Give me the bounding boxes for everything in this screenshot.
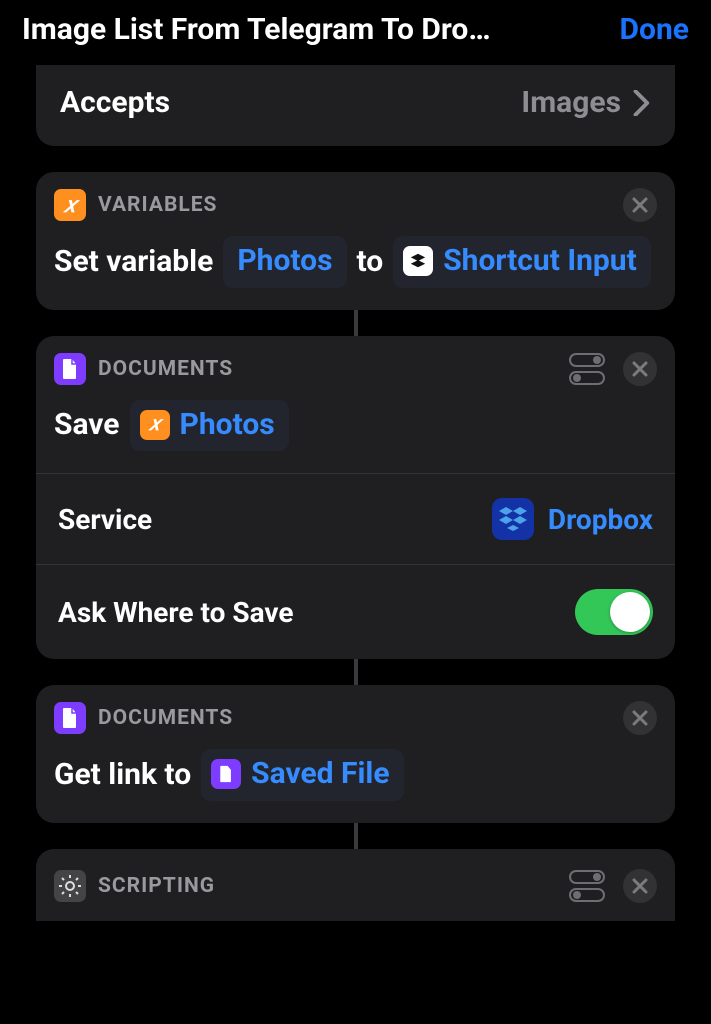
service-row[interactable]: Service Dropbox: [36, 473, 675, 564]
collapse-options-button[interactable]: [569, 870, 609, 902]
category-label: DOCUMENTS: [98, 706, 233, 730]
save-file-action-card: DOCUMENTS Save 𝑥 Photos: [36, 336, 675, 660]
delete-action-button[interactable]: [623, 701, 657, 735]
category-label: SCRIPTING: [98, 874, 215, 898]
done-button[interactable]: Done: [620, 12, 689, 47]
delete-action-button[interactable]: [623, 188, 657, 222]
collapse-options-button[interactable]: [569, 353, 609, 385]
save-text: Save: [54, 402, 120, 449]
layers-icon: [403, 246, 433, 276]
variable-x-icon: 𝑥: [140, 410, 170, 440]
close-icon: [632, 710, 648, 726]
variables-icon: 𝑥: [54, 189, 86, 221]
connector-line: [354, 310, 358, 336]
service-value: Dropbox: [548, 503, 653, 536]
action-list: Accepts Images 𝑥 VARIABLES: [0, 65, 711, 921]
category-label: VARIABLES: [98, 193, 217, 217]
delete-action-button[interactable]: [623, 869, 657, 903]
documents-icon: [54, 702, 86, 734]
accepts-value: Images: [521, 85, 621, 120]
accepts-card: Accepts Images: [36, 65, 675, 146]
file-icon: [211, 759, 241, 789]
accepts-row[interactable]: Accepts Images: [36, 65, 675, 146]
variables-action-card: 𝑥 VARIABLES Set variable Photos to: [36, 172, 675, 310]
delete-action-button[interactable]: [623, 352, 657, 386]
category-label: DOCUMENTS: [98, 357, 233, 381]
to-text: to: [357, 239, 384, 286]
saved-file-token[interactable]: Saved File: [201, 749, 403, 801]
close-icon: [632, 197, 648, 213]
connector-line: [354, 659, 358, 685]
service-label: Service: [58, 503, 152, 536]
chevron-right-icon: [633, 90, 651, 116]
ask-where-toggle[interactable]: [575, 589, 653, 635]
editor-header: Image List From Telegram To Dro… Done: [0, 0, 711, 65]
variable-name-token[interactable]: Photos: [223, 236, 346, 288]
photos-variable-token[interactable]: 𝑥 Photos: [130, 400, 289, 452]
get-link-action-card: DOCUMENTS Get link to Saved File: [36, 685, 675, 823]
scripting-icon: [54, 870, 86, 902]
documents-icon: [54, 353, 86, 385]
close-icon: [632, 878, 648, 894]
accepts-label: Accepts: [60, 85, 170, 120]
set-variable-text: Set variable: [54, 239, 213, 286]
get-link-text: Get link to: [54, 752, 191, 799]
scripting-action-card: SCRIPTING: [36, 849, 675, 921]
connector-line: [354, 823, 358, 849]
shortcut-title: Image List From Telegram To Dro…: [22, 12, 491, 47]
close-icon: [632, 361, 648, 377]
dropbox-icon: [492, 498, 534, 540]
ask-where-to-save-row: Ask Where to Save: [36, 564, 675, 659]
shortcut-input-token[interactable]: Shortcut Input: [393, 236, 651, 288]
ask-where-label: Ask Where to Save: [58, 596, 294, 629]
